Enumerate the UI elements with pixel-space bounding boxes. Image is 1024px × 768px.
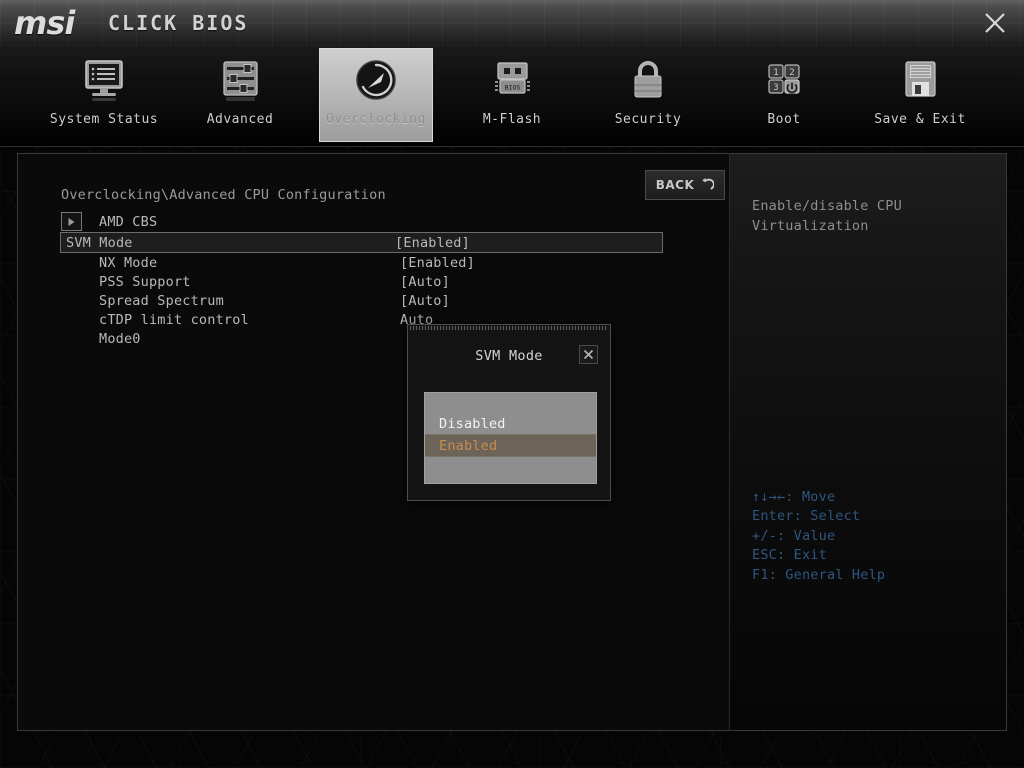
- setting-label: Mode0: [99, 331, 141, 347]
- back-button-label: BACK: [656, 178, 695, 192]
- close-icon[interactable]: [579, 345, 598, 364]
- svg-text:BIOS: BIOS: [505, 84, 521, 92]
- option-item-disabled[interactable]: Disabled: [425, 413, 596, 434]
- svg-text:3: 3: [773, 83, 778, 93]
- setting-value: [Auto]: [400, 293, 450, 309]
- main-content-panel: Overclocking\Advanced CPU Configuration …: [17, 153, 730, 731]
- back-button[interactable]: BACK: [645, 170, 725, 200]
- nav-tab-label: M-Flash: [455, 112, 569, 127]
- sliders-icon: [183, 54, 297, 110]
- help-description: Enable/disable CPU Virtualization: [752, 196, 987, 236]
- setting-label: AMD CBS: [99, 214, 157, 230]
- app-header: msi CLICK BIOS: [0, 0, 1024, 47]
- product-title: CLICK BIOS: [108, 11, 248, 35]
- key-hints: ↑↓→←: Move Enter: Select +/-: Value ESC:…: [752, 488, 885, 586]
- setting-label: SVM Mode: [66, 235, 133, 251]
- nav-tab-label: Security: [591, 112, 705, 127]
- nav-tab-label: System Status: [47, 112, 161, 127]
- setting-row-nx-mode[interactable]: NX Mode [Enabled]: [61, 253, 706, 272]
- key-hint-move: ↑↓→←: Move: [752, 488, 885, 508]
- gauge-icon: [319, 54, 433, 110]
- nav-tab-advanced[interactable]: Advanced: [183, 48, 297, 142]
- nav-tab-m-flash[interactable]: BIOS M-Flash: [455, 48, 569, 142]
- key-hint-help: F1: General Help: [752, 566, 885, 586]
- main-navigation: System Status Advanced Overclocking: [0, 46, 1024, 147]
- svg-text:2: 2: [789, 68, 794, 78]
- close-icon[interactable]: [982, 10, 1008, 36]
- dialog-top-edge: [410, 326, 608, 330]
- padlock-icon: [591, 54, 705, 110]
- key-hint-exit: ESC: Exit: [752, 546, 885, 566]
- nav-tab-system-status[interactable]: System Status: [47, 48, 161, 142]
- floppy-disk-icon: [863, 54, 977, 110]
- nav-tab-security[interactable]: Security: [591, 48, 705, 142]
- option-item-enabled[interactable]: Enabled: [425, 434, 596, 457]
- setting-value: [Enabled]: [400, 255, 475, 271]
- nav-tab-overclocking[interactable]: Overclocking: [319, 48, 433, 142]
- boot-order-icon: 1 2 3: [727, 54, 841, 110]
- key-hint-select: Enter: Select: [752, 507, 885, 527]
- msi-logo: msi: [14, 4, 74, 42]
- nav-tab-boot[interactable]: 1 2 3 Boot: [727, 48, 841, 142]
- usb-bios-icon: BIOS: [455, 54, 569, 110]
- setting-value: [Enabled]: [395, 235, 470, 251]
- nav-tab-save-exit[interactable]: Save & Exit: [863, 48, 977, 142]
- expand-arrow-icon: [61, 212, 82, 231]
- nav-tab-label: Save & Exit: [863, 112, 977, 127]
- svm-mode-dialog: SVM Mode Disabled Enabled: [407, 324, 611, 501]
- setting-row-spread-spectrum[interactable]: Spread Spectrum [Auto]: [61, 291, 706, 310]
- setting-label: Spread Spectrum: [99, 293, 224, 309]
- setting-row-pss-support[interactable]: PSS Support [Auto]: [61, 272, 706, 291]
- breadcrumb: Overclocking\Advanced CPU Configuration: [61, 187, 386, 203]
- setting-label: NX Mode: [99, 255, 157, 271]
- key-hint-value: +/-: Value: [752, 527, 885, 547]
- nav-tab-label: Advanced: [183, 112, 297, 127]
- monitor-icon: [47, 54, 161, 110]
- nav-tab-label: Overclocking: [319, 112, 433, 127]
- setting-row-svm-mode[interactable]: SVM Mode [Enabled]: [60, 232, 663, 253]
- svg-text:1: 1: [773, 68, 778, 78]
- setting-value: [Auto]: [400, 274, 450, 290]
- setting-row-amd-cbs[interactable]: AMD CBS: [61, 212, 706, 232]
- setting-label: PSS Support: [99, 274, 191, 290]
- return-arrow-icon: [700, 176, 714, 195]
- option-list: Disabled Enabled: [424, 392, 597, 484]
- nav-tab-label: Boot: [727, 112, 841, 127]
- help-panel: Enable/disable CPU Virtualization ↑↓→←: …: [729, 153, 1007, 731]
- setting-label: cTDP limit control: [99, 312, 249, 328]
